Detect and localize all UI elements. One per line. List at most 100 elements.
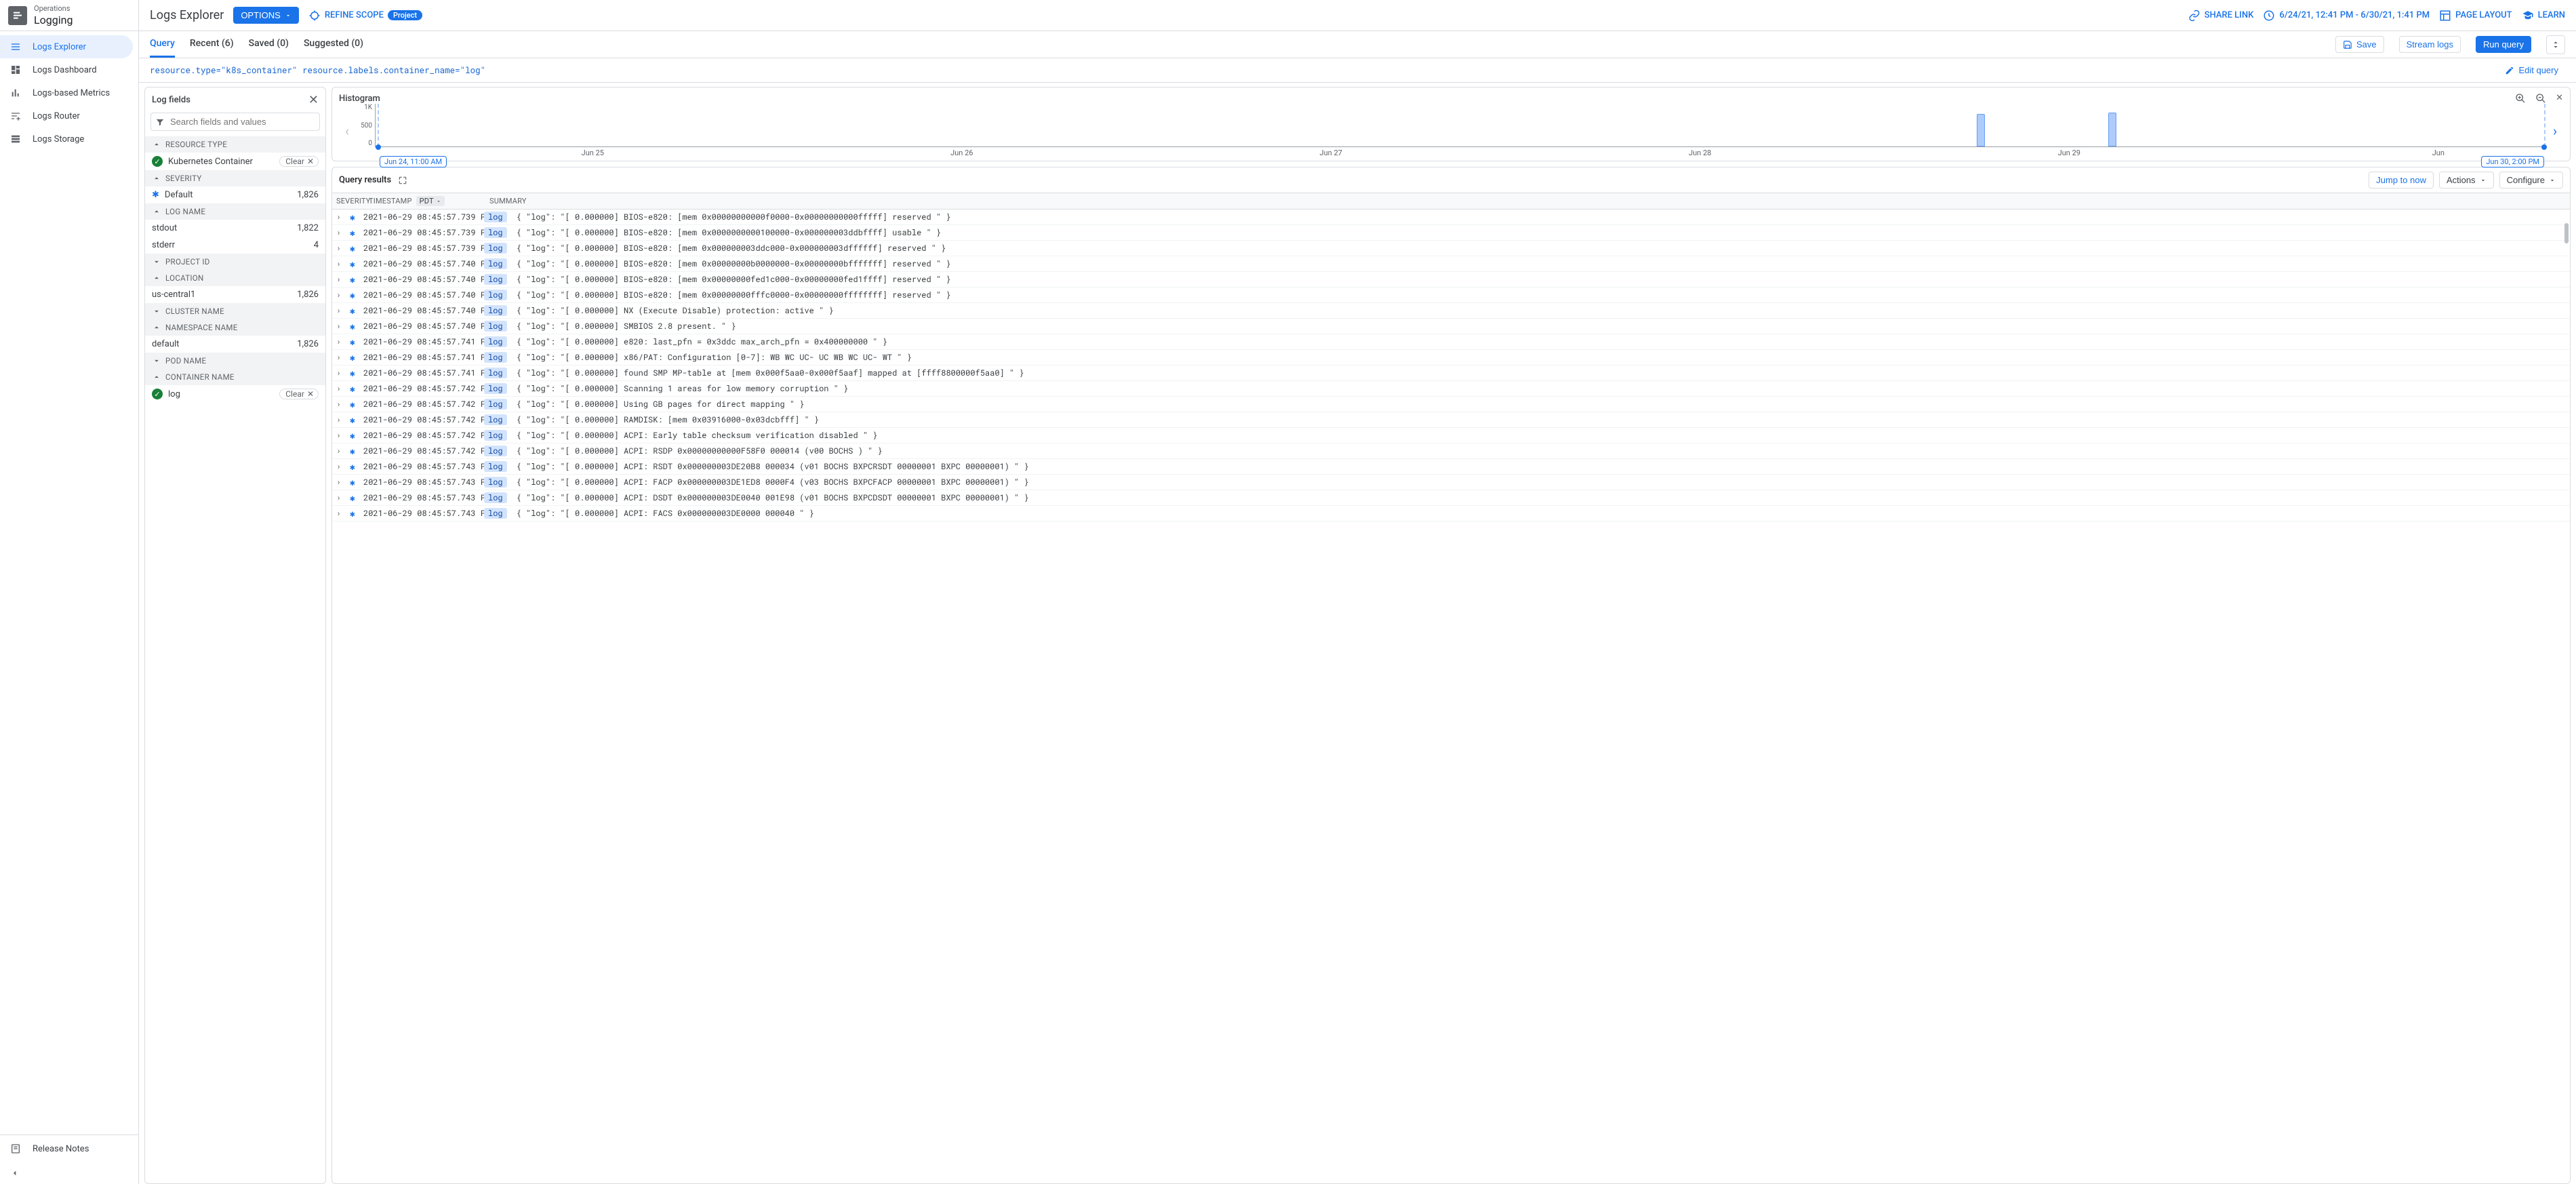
field-severity-default[interactable]: ✱Default 1,826 [145,186,325,203]
close-icon[interactable]: ✕ [2556,93,2563,104]
expand-icon[interactable]: › [336,477,346,488]
expand-icon[interactable]: › [336,399,346,410]
log-row[interactable]: ›✱2021-06-29 08:45:57.743 PDTlog{ "log":… [332,475,2570,490]
tab-saved[interactable]: Saved (0) [249,31,289,58]
range-start-tag[interactable]: Jun 24, 11:00 AM [380,156,447,167]
page-layout-button[interactable]: PAGE LAYOUT [2439,9,2512,22]
log-row[interactable]: ›✱2021-06-29 08:45:57.743 PDTlog{ "log":… [332,506,2570,521]
log-fields-search-input[interactable] [150,113,320,131]
expand-icon[interactable]: › [336,430,346,441]
field-resource-type-value[interactable]: ✓Kubernetes Container Clear ✕ [145,153,325,170]
section-location[interactable]: LOCATION [145,270,325,286]
log-row[interactable]: ›✱2021-06-29 08:45:57.742 PDTlog{ "log":… [332,397,2570,412]
field-namespace-value[interactable]: default 1,826 [145,336,325,353]
section-severity[interactable]: SEVERITY [145,170,325,186]
nav-logs-explorer[interactable]: Logs Explorer [0,35,133,58]
log-row[interactable]: ›✱2021-06-29 08:45:57.742 PDTlog{ "log":… [332,428,2570,443]
field-logname-stderr[interactable]: stderr 4 [145,237,325,254]
expand-icon[interactable]: › [336,446,346,456]
query-text[interactable]: resource.type="k8s_container" resource.l… [150,65,2491,76]
expand-icon[interactable]: › [336,492,346,503]
range-end-tag[interactable]: Jun 30, 2:00 PM [2481,156,2544,167]
timezone-chip[interactable]: PDT [416,196,445,206]
configure-button[interactable]: Configure [2499,172,2563,189]
section-container-name[interactable]: CONTAINER NAME [145,369,325,385]
learn-button[interactable]: LEARN [2522,9,2565,22]
log-row[interactable]: ›✱2021-06-29 08:45:57.742 PDTlog{ "log":… [332,381,2570,397]
field-logname-stdout[interactable]: stdout 1,822 [145,220,325,237]
clear-chip[interactable]: Clear ✕ [279,389,319,399]
actions-button[interactable]: Actions [2439,172,2494,189]
expand-icon[interactable]: › [336,461,346,472]
nav-logs-storage[interactable]: Logs Storage [0,127,138,151]
nav-release-notes[interactable]: Release Notes [0,1135,138,1162]
run-query-button[interactable]: Run query [2476,36,2531,53]
refine-scope-button[interactable]: REFINE SCOPE Project [308,9,422,22]
log-row[interactable]: ›✱2021-06-29 08:45:57.743 PDTlog{ "log":… [332,490,2570,506]
stream-logs-button[interactable]: Stream logs [2399,36,2461,53]
zoom-out-icon[interactable] [2535,93,2546,104]
log-row[interactable]: ›✱2021-06-29 08:45:57.743 PDTlog{ "log":… [332,459,2570,475]
expand-icon[interactable]: › [336,321,346,332]
histogram-next-button[interactable]: › [2547,104,2563,158]
zoom-in-icon[interactable] [2515,93,2526,104]
jump-to-now-button[interactable]: Jump to now [2369,172,2434,189]
section-cluster-name[interactable]: CLUSTER NAME [145,303,325,319]
edit-query-button[interactable]: Edit query [2498,62,2565,78]
scrollbar-thumb[interactable] [2564,223,2569,243]
field-count: 1,822 [297,223,319,233]
section-pod-name[interactable]: POD NAME [145,353,325,369]
log-row[interactable]: ›✱2021-06-29 08:45:57.741 PDTlog{ "log":… [332,350,2570,366]
log-row[interactable]: ›✱2021-06-29 08:45:57.742 PDTlog{ "log":… [332,443,2570,459]
histogram-chart[interactable]: 1K 500 0 Jun 25 [355,104,2547,158]
close-icon[interactable]: ✕ [308,93,319,107]
log-list[interactable]: ›✱2021-06-29 08:45:57.739 PDTlog{ "log":… [332,210,2570,1183]
save-button[interactable]: Save [2335,36,2384,53]
tab-recent[interactable]: Recent (6) [190,31,234,58]
clear-chip[interactable]: Clear ✕ [279,156,319,167]
expand-icon[interactable]: › [336,274,346,285]
field-container-value[interactable]: ✓log Clear ✕ [145,385,325,403]
field-location-value[interactable]: us-central1 1,826 [145,286,325,303]
sidebar-collapse[interactable] [0,1162,138,1184]
log-row[interactable]: ›✱2021-06-29 08:45:57.742 PDTlog{ "log":… [332,412,2570,428]
section-resource-type[interactable]: RESOURCE TYPE [145,136,325,153]
nav-logs-metrics[interactable]: Logs-based Metrics [0,81,138,104]
log-row[interactable]: ›✱2021-06-29 08:45:57.740 PDTlog{ "log":… [332,319,2570,334]
expand-icon[interactable]: › [336,336,346,347]
expand-icon[interactable]: › [336,368,346,378]
tab-suggested[interactable]: Suggested (0) [304,31,363,58]
expand-icon[interactable]: › [336,258,346,269]
fullscreen-icon[interactable] [398,176,407,185]
log-timestamp: 2021-06-29 08:45:57.740 PDT [363,321,477,332]
section-project-id[interactable]: PROJECT ID [145,254,325,270]
expand-icon[interactable]: › [336,383,346,394]
log-row[interactable]: ›✱2021-06-29 08:45:57.741 PDTlog{ "log":… [332,334,2570,350]
expand-icon[interactable]: › [336,305,346,316]
log-row[interactable]: ›✱2021-06-29 08:45:57.741 PDTlog{ "log":… [332,366,2570,381]
expand-collapse-button[interactable] [2546,35,2565,54]
section-namespace-name[interactable]: NAMESPACE NAME [145,319,325,336]
expand-icon[interactable]: › [336,508,346,519]
log-row[interactable]: ›✱2021-06-29 08:45:57.740 PDTlog{ "log":… [332,272,2570,288]
log-row[interactable]: ›✱2021-06-29 08:45:57.739 PDTlog{ "log":… [332,241,2570,256]
time-range-button[interactable]: 6/24/21, 12:41 PM - 6/30/21, 1:41 PM [2263,9,2430,22]
histogram-prev-button[interactable]: ‹ [339,104,355,158]
log-row[interactable]: ›✱2021-06-29 08:45:57.740 PDTlog{ "log":… [332,303,2570,319]
expand-icon[interactable]: › [336,414,346,425]
section-log-name[interactable]: LOG NAME [145,203,325,220]
nav-logs-router[interactable]: Logs Router [0,104,138,127]
options-button[interactable]: OPTIONS [233,7,299,24]
log-row[interactable]: ›✱2021-06-29 08:45:57.739 PDTlog{ "log":… [332,210,2570,225]
log-row[interactable]: ›✱2021-06-29 08:45:57.739 PDTlog{ "log":… [332,225,2570,241]
expand-icon[interactable]: › [336,352,346,363]
expand-icon[interactable]: › [336,212,346,222]
log-row[interactable]: ›✱2021-06-29 08:45:57.740 PDTlog{ "log":… [332,288,2570,303]
expand-icon[interactable]: › [336,243,346,254]
nav-logs-dashboard[interactable]: Logs Dashboard [0,58,138,81]
expand-icon[interactable]: › [336,290,346,300]
log-row[interactable]: ›✱2021-06-29 08:45:57.740 PDTlog{ "log":… [332,256,2570,272]
expand-icon[interactable]: › [336,227,346,238]
share-link-button[interactable]: SHARE LINK [2188,9,2254,22]
tab-query[interactable]: Query [150,31,175,58]
